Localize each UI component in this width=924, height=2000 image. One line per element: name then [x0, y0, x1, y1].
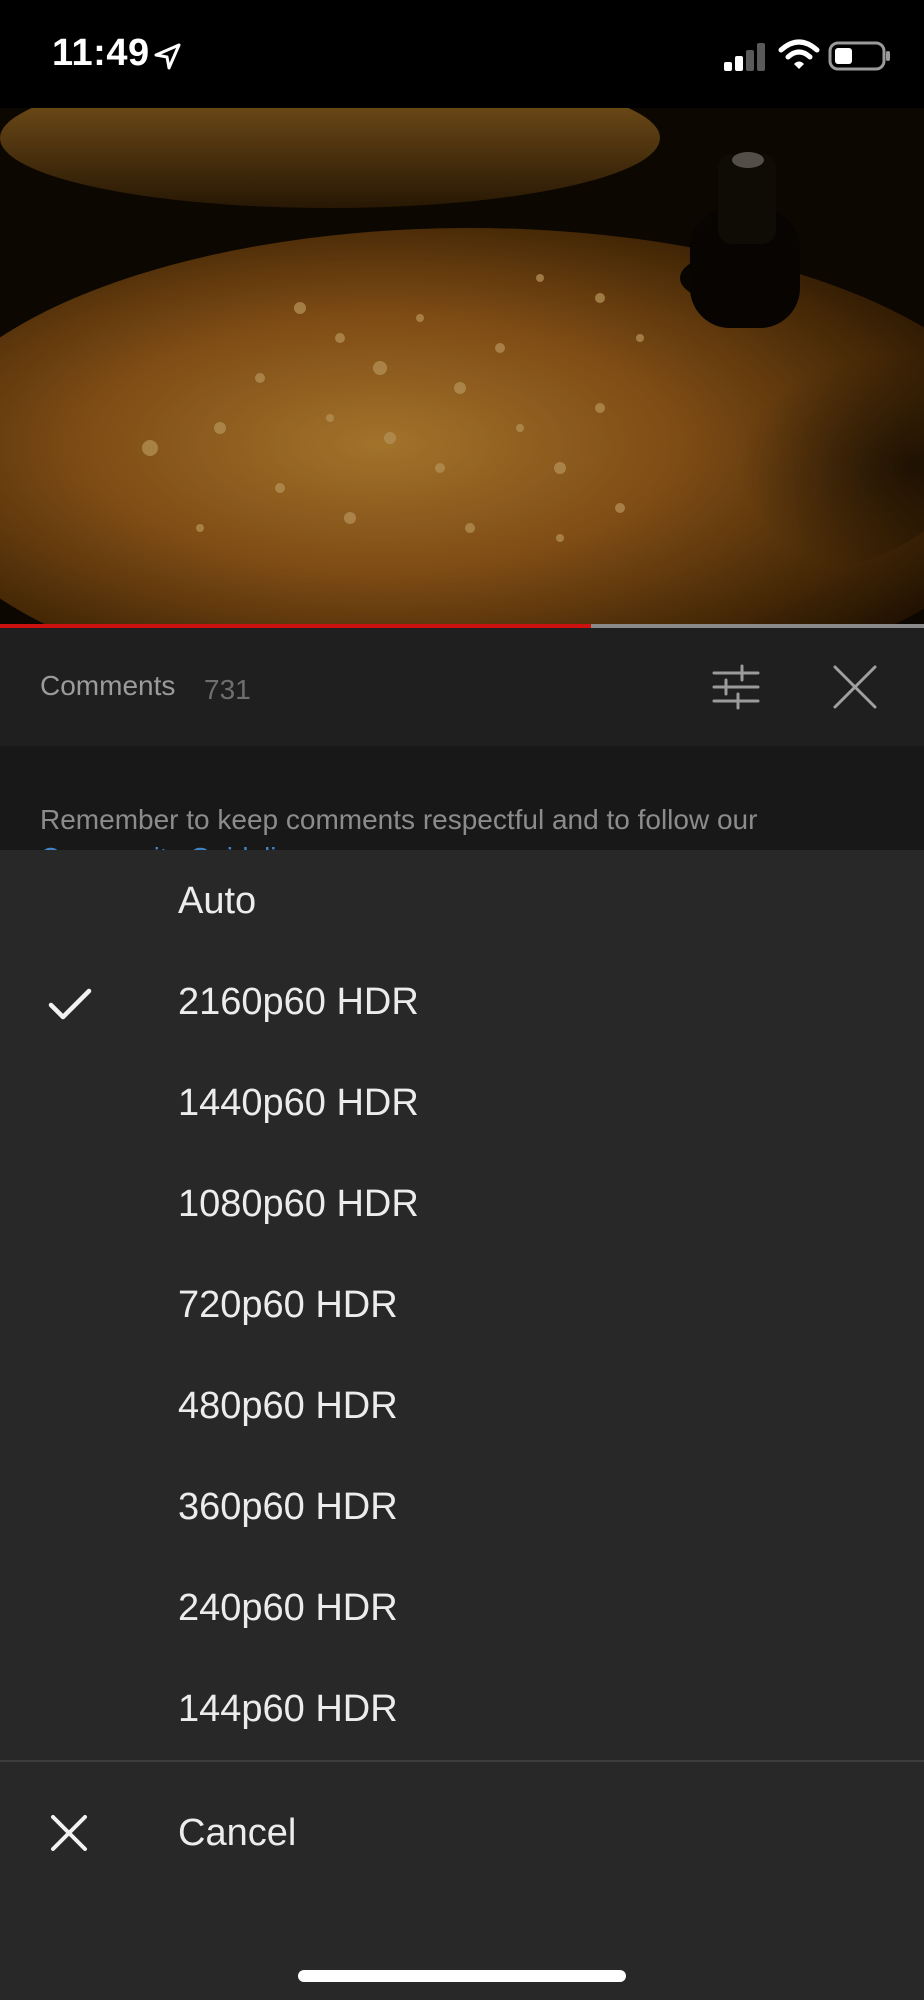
comments-header: Comments 731: [0, 628, 924, 746]
cellular-signal-icon: [724, 43, 765, 71]
comments-body: Remember to keep comments respectful and…: [0, 746, 924, 850]
quality-menu-sheet: Auto 2160p60 HDR 1440p60 HDR 1080p60 HDR 720…: [0, 850, 924, 2000]
quality-option[interactable]: 144p60 HDR: [0, 1658, 924, 1759]
close-icon[interactable]: [832, 664, 878, 710]
status-time: 11:49: [52, 32, 150, 74]
comments-title: Comments: [40, 670, 176, 701]
quality-option[interactable]: 1440p60 HDR: [0, 1052, 924, 1153]
quality-option[interactable]: 720p60 HDR: [0, 1254, 924, 1355]
quality-option-label: 360p60 HDR: [178, 1486, 398, 1528]
battery-icon: [828, 41, 890, 71]
wifi-icon: [778, 39, 820, 69]
cancel-label: Cancel: [178, 1812, 297, 1854]
quality-option-label: 2160p60 HDR: [178, 981, 419, 1023]
guidelines-text: Remember to keep comments respectful and…: [40, 804, 758, 835]
quality-option[interactable]: 360p60 HDR: [0, 1456, 924, 1557]
quality-option-label: 480p60 HDR: [178, 1385, 398, 1427]
quality-option-label: 720p60 HDR: [178, 1284, 398, 1326]
quality-option[interactable]: Auto: [0, 850, 924, 951]
quality-option-label: 1440p60 HDR: [178, 1082, 419, 1124]
close-icon: [51, 1815, 87, 1851]
status-bar: 11:49: [0, 0, 924, 108]
home-indicator: [298, 1970, 626, 1982]
location-arrow-icon: [154, 43, 181, 70]
quality-option[interactable]: 480p60 HDR: [0, 1355, 924, 1456]
quality-option-label: 1080p60 HDR: [178, 1183, 419, 1225]
cancel-button[interactable]: Cancel: [0, 1762, 924, 1912]
comments-count: 731: [204, 674, 251, 705]
sliders-icon[interactable]: [712, 664, 760, 710]
quality-option-label: 144p60 HDR: [178, 1688, 398, 1730]
quality-option[interactable]: 240p60 HDR: [0, 1557, 924, 1658]
video-frame-image: [0, 108, 924, 626]
video-player[interactable]: [0, 108, 924, 626]
quality-option-label: 240p60 HDR: [178, 1587, 398, 1629]
quality-option[interactable]: 2160p60 HDR: [0, 951, 924, 1052]
quality-option[interactable]: 1080p60 HDR: [0, 1153, 924, 1254]
community-guidelines-link[interactable]: Community Guidelines: [40, 842, 322, 850]
checkmark-icon: [48, 988, 92, 1020]
quality-option-label: Auto: [178, 880, 257, 922]
